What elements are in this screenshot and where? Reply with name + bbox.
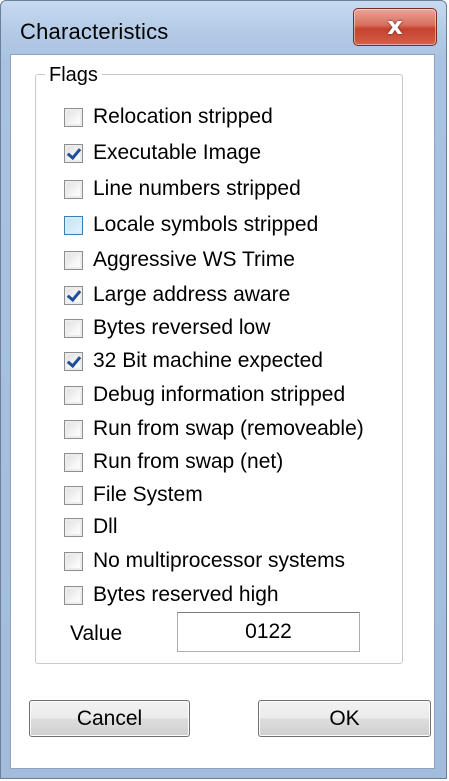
checkbox[interactable]	[64, 215, 83, 235]
flag-checkbox-row[interactable]: Debug information stripped	[64, 380, 345, 410]
flag-checkbox-row[interactable]: Line numbers stripped	[64, 174, 301, 204]
checkbox-label: Run from swap (net)	[93, 450, 284, 473]
cancel-button[interactable]: Cancel	[29, 700, 190, 737]
checkbox-label: Bytes reversed low	[93, 316, 271, 339]
checkbox-label: Debug information stripped	[93, 383, 346, 406]
close-icon: x	[387, 12, 403, 40]
checkbox-label: Dll	[93, 515, 118, 538]
checkbox[interactable]	[64, 385, 83, 405]
checkbox[interactable]	[64, 351, 83, 371]
flag-checkbox-row[interactable]: Bytes reversed low	[64, 313, 270, 343]
checkbox-label: Relocation stripped	[93, 105, 273, 128]
checkbox[interactable]	[64, 143, 83, 163]
checkbox-label: No multiprocessor systems	[93, 549, 346, 572]
checkbox[interactable]	[64, 419, 83, 439]
flag-checkbox-row[interactable]: Locale symbols stripped	[64, 210, 318, 240]
flag-checkbox-row[interactable]: 32 Bit machine expected	[64, 346, 323, 376]
title-bar[interactable]: Characteristics x	[1, 1, 446, 59]
flag-checkbox-row[interactable]: Relocation stripped	[64, 102, 273, 132]
checkbox[interactable]	[64, 107, 83, 127]
checkbox[interactable]	[64, 551, 83, 571]
checkbox-label: 32 Bit machine expected	[93, 349, 323, 372]
ok-button[interactable]: OK	[258, 700, 431, 737]
close-button[interactable]: x	[353, 8, 437, 46]
checkbox[interactable]	[64, 318, 83, 338]
value-input[interactable]	[177, 612, 360, 652]
flag-checkbox-row[interactable]: File System	[64, 480, 203, 510]
checkbox[interactable]	[64, 179, 83, 199]
checkbox-label: File System	[93, 483, 203, 506]
checkbox-label: Large address aware	[93, 283, 291, 306]
flag-checkbox-row[interactable]: No multiprocessor systems	[64, 546, 345, 576]
flags-group-label: Flags	[45, 64, 102, 87]
flag-checkbox-row[interactable]: Run from swap (net)	[64, 447, 283, 477]
checkbox[interactable]	[64, 485, 83, 505]
checkbox[interactable]	[64, 585, 83, 605]
checkbox-label: Bytes reserved high	[93, 583, 279, 606]
flag-checkbox-row[interactable]: Bytes reserved high	[64, 580, 279, 610]
checkbox[interactable]	[64, 452, 83, 472]
checkmark-icon	[66, 144, 82, 160]
flag-checkbox-row[interactable]: Aggressive WS Trime	[64, 245, 295, 275]
flag-checkbox-row[interactable]: Dll	[64, 512, 118, 542]
checkbox-label: Run from swap (removeable)	[93, 417, 364, 440]
flag-checkbox-row[interactable]: Large address aware	[64, 280, 290, 310]
window-title: Characteristics	[20, 19, 169, 44]
checkbox[interactable]	[64, 517, 83, 537]
checkmark-icon	[66, 286, 82, 302]
checkbox[interactable]	[64, 285, 83, 305]
checkbox[interactable]	[64, 250, 83, 270]
checkbox-label: Aggressive WS Trime	[93, 248, 295, 271]
flag-checkbox-row[interactable]: Run from swap (removeable)	[64, 414, 364, 444]
checkbox-label: Locale symbols stripped	[93, 213, 319, 236]
value-label: Value	[70, 622, 123, 645]
flag-checkbox-row[interactable]: Executable Image	[64, 138, 261, 168]
checkmark-icon	[66, 352, 82, 368]
checkbox-label: Line numbers stripped	[93, 177, 301, 200]
checkbox-label: Executable Image	[93, 141, 262, 164]
